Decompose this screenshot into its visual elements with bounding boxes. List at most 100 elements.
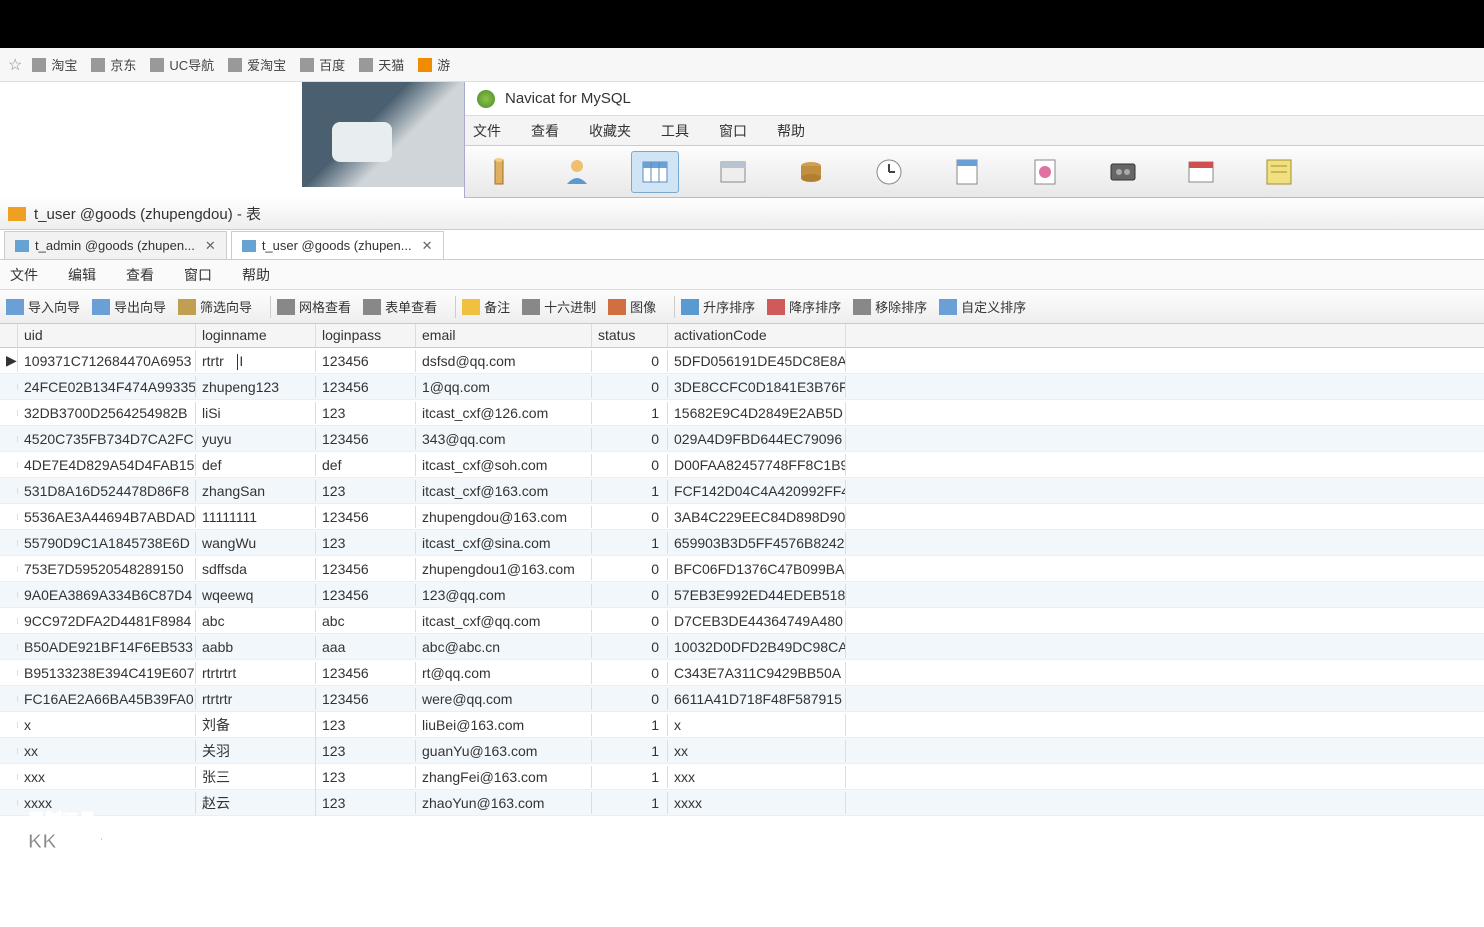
cell-loginname[interactable]: 赵云 [196, 790, 316, 816]
cell-email[interactable]: guanYu@163.com [416, 740, 592, 762]
tool-query-icon[interactable] [943, 151, 991, 193]
menu-fav[interactable]: 收藏夹 [589, 121, 631, 141]
cell-loginpass[interactable]: 123456 [316, 558, 416, 580]
cell-activationCode[interactable]: 3DE8CCFC0D1841E3B76F [668, 376, 846, 398]
cell-activationCode[interactable]: 659903B3D5FF4576B8242 [668, 532, 846, 554]
grid-view-button[interactable]: 网格查看 [277, 297, 351, 316]
cell-email[interactable]: zhaoYun@163.com [416, 792, 592, 814]
table-row[interactable]: 4DE7E4D829A54D4FAB15defdefitcast_cxf@soh… [0, 452, 1484, 478]
filter-wizard-button[interactable]: 筛选向导 [178, 297, 252, 316]
cell-loginpass[interactable]: 123 [316, 480, 416, 502]
star-icon[interactable]: ☆ [8, 55, 22, 75]
cell-status[interactable]: 1 [592, 714, 668, 736]
cell-email[interactable]: zhupengdou@163.com [416, 506, 592, 528]
tmenu-view[interactable]: 查看 [126, 265, 154, 285]
cell-activationCode[interactable]: 6611A41D718F48F587915 [668, 688, 846, 710]
table-row[interactable]: xxx张三123zhangFei@163.com1xxx [0, 764, 1484, 790]
tmenu-window[interactable]: 窗口 [184, 265, 212, 285]
export-wizard-button[interactable]: 导出向导 [92, 297, 166, 316]
cell-activationCode[interactable]: xxx [668, 766, 846, 788]
cell-loginname[interactable]: rtrtrtr [196, 688, 316, 710]
cell-email[interactable]: liuBei@163.com [416, 714, 592, 736]
cell-status[interactable]: 1 [592, 740, 668, 762]
table-row[interactable]: 531D8A16D524478D86F8zhangSan123itcast_cx… [0, 478, 1484, 504]
cell-email[interactable]: 343@qq.com [416, 428, 592, 450]
data-grid[interactable]: uid loginname loginpass email status act… [0, 324, 1484, 816]
cell-loginname[interactable]: yuyu [196, 428, 316, 450]
table-row[interactable]: 9CC972DFA2D4481F8984abcabcitcast_cxf@qq.… [0, 608, 1484, 634]
cell-status[interactable]: 0 [592, 688, 668, 710]
cell-activationCode[interactable]: 57EB3E992ED44EDEB518 [668, 584, 846, 606]
table-row[interactable]: x刘备123liuBei@163.com1x [0, 712, 1484, 738]
navicat-titlebar[interactable]: Navicat for MySQL [465, 82, 1484, 116]
tool-connection-icon[interactable] [475, 151, 523, 193]
cell-email[interactable]: itcast_cxf@sina.com [416, 532, 592, 554]
cell-loginpass[interactable]: 123456 [316, 662, 416, 684]
cell-uid[interactable]: 9CC972DFA2D4481F8984 [18, 610, 196, 632]
bookmark-2[interactable]: UC导航 [150, 55, 214, 74]
close-icon[interactable]: ✕ [205, 238, 216, 254]
tool-backup-icon[interactable] [1099, 151, 1147, 193]
cell-loginname[interactable]: 张三 [196, 764, 316, 790]
cell-activationCode[interactable]: 3AB4C229EEC84D898D90 [668, 506, 846, 528]
tool-view-icon[interactable] [709, 151, 757, 193]
cell-uid[interactable]: xxx [18, 766, 196, 788]
cell-loginpass[interactable]: aaa [316, 636, 416, 658]
cell-uid[interactable]: FC16AE2A66BA45B39FA0 [18, 688, 196, 710]
tool-user-icon[interactable] [553, 151, 601, 193]
table-window-title[interactable]: t_user @goods (zhupengdou) - 表 [0, 198, 1484, 230]
col-activationcode[interactable]: activationCode [668, 324, 846, 347]
table-row[interactable]: 24FCE02B134F474A99335zhupeng1231234561@q… [0, 374, 1484, 400]
cell-loginpass[interactable]: 123 [316, 792, 416, 814]
cell-status[interactable]: 0 [592, 610, 668, 632]
cell-loginname[interactable]: sdffsda [196, 558, 316, 580]
table-row[interactable]: FC16AE2A66BA45B39FA0rtrtrtr123456were@qq… [0, 686, 1484, 712]
custom-sort-button[interactable]: 自定义排序 [939, 297, 1026, 316]
cell-loginpass[interactable]: 123 [316, 714, 416, 736]
tmenu-edit[interactable]: 编辑 [68, 265, 96, 285]
cell-uid[interactable]: 9A0EA3869A334B6C87D4 [18, 584, 196, 606]
import-wizard-button[interactable]: 导入向导 [6, 297, 80, 316]
cell-loginpass[interactable]: abc [316, 610, 416, 632]
col-uid[interactable]: uid [18, 324, 196, 347]
hex-button[interactable]: 十六进制 [522, 297, 596, 316]
cell-email[interactable]: were@qq.com [416, 688, 592, 710]
cell-activationCode[interactable]: D00FAA82457748FF8C1B9 [668, 454, 846, 476]
cell-loginname[interactable]: rtrtr I [196, 350, 316, 372]
cell-status[interactable]: 0 [592, 558, 668, 580]
table-row[interactable]: ▶109371C712684470A6953rtrtr I123456dsfsd… [0, 348, 1484, 374]
bookmark-0[interactable]: 淘宝 [32, 55, 77, 74]
bookmark-5[interactable]: 天猫 [359, 55, 404, 74]
cell-activationCode[interactable]: D7CEB3DE44364749A480 [668, 610, 846, 632]
cell-loginname[interactable]: def [196, 454, 316, 476]
tmenu-file[interactable]: 文件 [10, 265, 38, 285]
cell-loginpass[interactable]: 123 [316, 402, 416, 424]
cell-email[interactable]: 123@qq.com [416, 584, 592, 606]
cell-status[interactable]: 1 [592, 792, 668, 814]
tool-report-icon[interactable] [1021, 151, 1069, 193]
cell-status[interactable]: 0 [592, 428, 668, 450]
bookmark-6[interactable]: 游 [418, 55, 450, 74]
cell-uid[interactable]: 5536AE3A44694B7ABDAD [18, 506, 196, 528]
cell-activationCode[interactable]: 10032D0DFD2B49DC98CA [668, 636, 846, 658]
table-row[interactable]: B95133238E394C419E607rtrtrtrt123456rt@qq… [0, 660, 1484, 686]
cell-activationCode[interactable]: 5DFD056191DE45DC8E8A [668, 350, 846, 372]
tool-table-icon[interactable] [631, 151, 679, 193]
cell-email[interactable]: zhupengdou1@163.com [416, 558, 592, 580]
cell-email[interactable]: abc@abc.cn [416, 636, 592, 658]
cell-uid[interactable]: 4DE7E4D829A54D4FAB15 [18, 454, 196, 476]
table-row[interactable]: B50ADE921BF14F6EB533aabbaaaabc@abc.cn010… [0, 634, 1484, 660]
cell-status[interactable]: 0 [592, 376, 668, 398]
cell-status[interactable]: 0 [592, 584, 668, 606]
form-view-button[interactable]: 表单查看 [363, 297, 437, 316]
cell-activationCode[interactable]: 15682E9C4D2849E2AB5D [668, 402, 846, 424]
cell-loginname[interactable]: wangWu [196, 532, 316, 554]
sort-desc-button[interactable]: 降序排序 [767, 297, 841, 316]
image-button[interactable]: 图像 [608, 297, 656, 316]
table-row[interactable]: 32DB3700D2564254982BliSi123itcast_cxf@12… [0, 400, 1484, 426]
cell-email[interactable]: itcast_cxf@126.com [416, 402, 592, 424]
cell-loginpass[interactable]: 123 [316, 532, 416, 554]
cell-email[interactable]: zhangFei@163.com [416, 766, 592, 788]
cell-email[interactable]: rt@qq.com [416, 662, 592, 684]
close-icon[interactable]: ✕ [422, 238, 433, 254]
